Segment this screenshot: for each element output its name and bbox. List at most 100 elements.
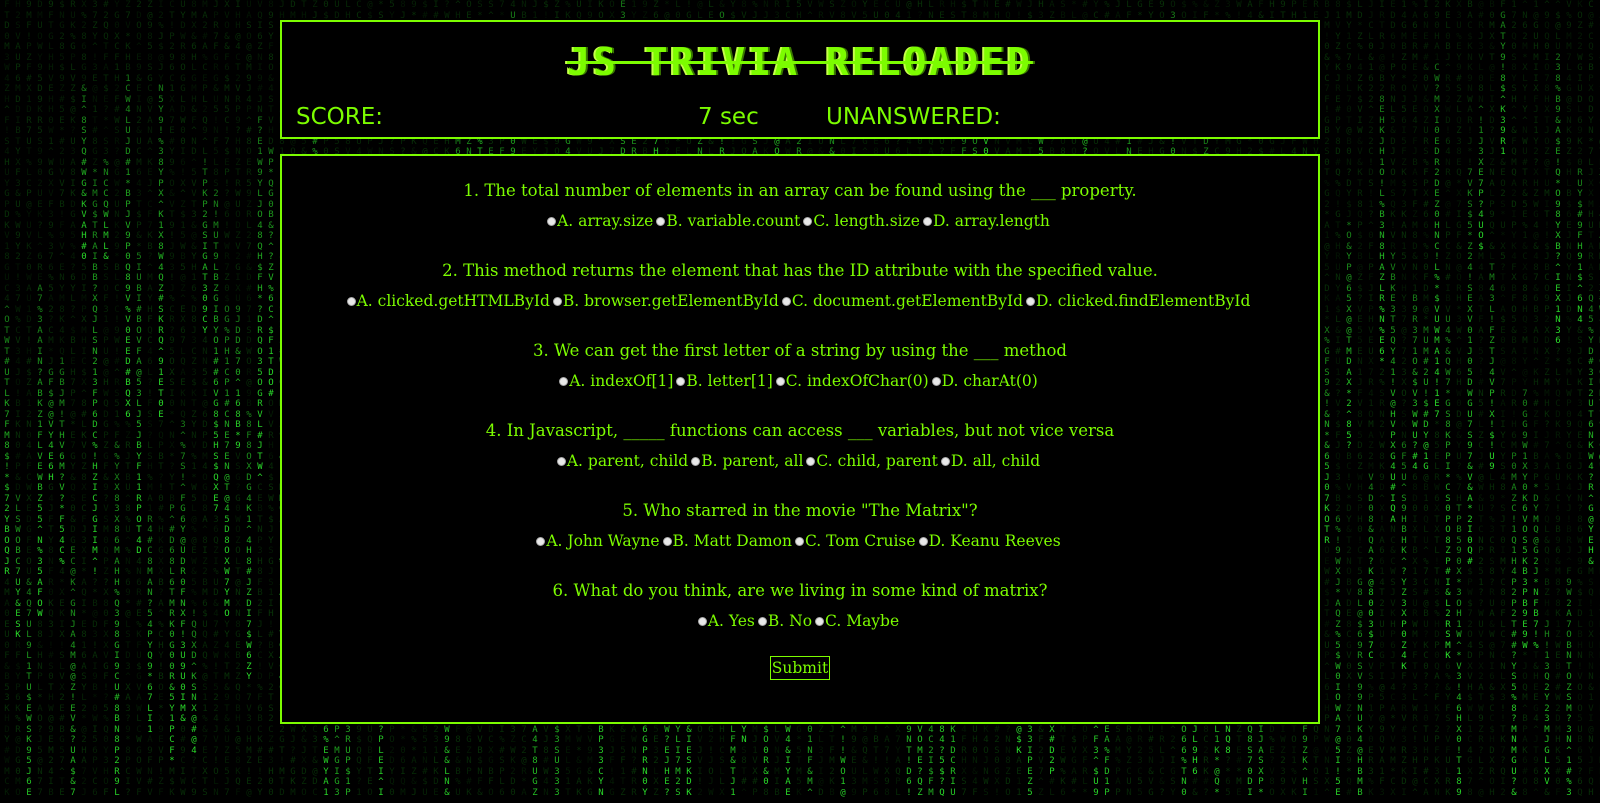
rain-column: C T! P 2 9 6 C 1 X A 7 E # Y 9% O & V T 9! J 9 3! J% C R? 9 5 O X S I 0 *… [167,0,177,798]
answer-option[interactable]: C. child, parent [806,446,938,476]
answer-label: D. charAt(0) [942,372,1038,390]
answer-option[interactable]: B. browser.getElementById [552,286,779,316]
answer-option[interactable]: A. clicked.getHTMLById [346,286,550,316]
rain-column: $ M Y 1 C 7 9 R L 7 0 T @ B 0 N? D Y $ J * O & Y P @6 5 X @ @ T M D A X * 2 ^… [1344,0,1354,798]
answer-label: B. Matt Damon [673,532,792,550]
rain-column: Y G 0 X C F 1 H 2 F # W S R? @ G W 2 U N K 2 9 * B L C! C! 9 W! # ^ R S 5 1… [112,0,122,798]
rain-column: H 2 S V A U P 6 M D D I B T Y X F 3 & U% W 9 Y 2 T! 3 7 W% C V 3 4 J O! B I… [13,0,23,798]
answer-option[interactable]: C. length.size [803,206,920,236]
question-text: 5. Who starred in the movie "The Matrix"… [282,496,1318,526]
answer-options: A. clicked.getHTMLById B. browser.getElem… [282,286,1318,316]
answer-label: A. parent, child [567,452,688,470]
answer-option[interactable]: C. Maybe [815,606,899,636]
rain-column: $ N G 2 8 5 $9 Z #5 E * #2 U V V 7 B! F 9 V ^ E N Y M 8 K 4 K Q 1 G B J M!… [57,0,67,798]
rain-column: E D D 6 0! P Y R N L 5 & D J V O M S Q K! V R Y V B K E 3 T 5 Q Y 4 1! V @ H… [1388,0,1398,798]
radio-button[interactable] [803,217,813,226]
question-block: 2. This method returns the element that … [282,256,1318,316]
score-label: SCORE: [296,104,383,130]
rain-column: U A S O @ @ M 9 J 4 P ^ #8 O E R 5 9 Z R L 2 7 # & D #6 7 1 S D W O R @9 B%… [244,0,254,798]
answer-option[interactable]: B. parent, all [691,446,803,476]
rain-column: I 2% J $ @ J Y N 5 Y 9!% 3 8 Y P X ^ K 1 X 8 W 4 Q Z # S K R Q ^ 9 1 E T 0 E… [156,0,166,798]
answer-option[interactable]: A. array.size [547,206,653,236]
submit-button[interactable]: Submit [769,656,831,680]
answer-label: A. array.size [557,212,653,230]
radio-button[interactable] [656,217,666,226]
answer-option[interactable]: C. Tom Cruise [794,526,916,556]
answer-option[interactable]: A. parent, child [556,446,688,476]
rain-column: I 6 N E # # & 0 V & O Z U R S% F P X #6 6%% 9 0 F D M @ * M U M #2 U! $ #… [1421,0,1431,798]
radio-button[interactable] [1026,297,1035,306]
rain-column: B 0 M X & T @ E L I X D? V J Z N A L P 9 Q ^ & L T M 4 3 L! F Z T J 4 V P! X… [1487,0,1497,798]
answer-label: B. No [768,612,812,630]
rain-column: % A 6 E R M E 2 V J E 4 7 F J B A S T F Z M 8 D & N K 1 B 9 R 3 7 1 O & $ V 3 W… [1410,0,1420,798]
answer-option[interactable]: D. array.length [922,206,1050,236]
answer-options: A. parent, child B. parent, all C. child, … [282,446,1318,476]
radio-button[interactable] [536,537,546,546]
radio-button[interactable] [806,457,816,466]
answer-options: A. indexOf[1] B. letter[1] C. indexOfChar(… [282,366,1318,396]
answer-option[interactable]: D. Keanu Reeves [918,526,1061,556]
rain-column: 2 D O Q ^ E 9 & E I N 2 & U C M 6 4 3 T $ P & * 5 I U B I # B O V F A @5 3 L J… [134,0,144,798]
radio-button[interactable] [815,617,825,626]
answer-option[interactable]: A. Yes [697,606,755,636]
question-text: 6. What do you think, are we living in s… [282,576,1318,606]
answer-option[interactable]: C. document.getElementById [781,286,1023,316]
radio-button[interactable] [775,377,785,386]
radio-button[interactable] [940,457,950,466]
rain-column: K O Z 2 2 W G I U D L 6 9 K 2 0 R U Y $ #9 F H 9 1 $ ^ 6 N 4 & S J C Y K T 3 4… [1575,0,1585,798]
answer-option[interactable]: D. charAt(0) [931,366,1038,396]
question-block: 5. Who starred in the movie "The Matrix"… [282,496,1318,556]
rain-column: I R T R J @ @ B 2 8 E H K J H 1 O! L% B 3 N 8 H A Z L R% N% E 6 * 2% S R N… [1377,0,1387,798]
radio-button[interactable] [552,297,562,306]
radio-button[interactable] [697,617,707,626]
quiz-panel: 1. The total number of elements in an ar… [280,154,1320,724]
answer-option[interactable]: A. John Wayne [536,526,660,556]
rain-column: 1 7 2 Q 0 S 8 Y S H ^ ^ & F Q M Q A 2 D I P Y K 4 F X B F O 5 & B A 8 ^ P D R!… [1509,0,1519,798]
answer-option[interactable]: B. No [757,606,812,636]
answer-option[interactable]: B. letter[1] [676,366,773,396]
question-text: 3. We can get the first letter of a stri… [282,336,1318,366]
rain-column: B J M! 0 & Y C 7 F! G B 2 S 0 T% G 2 * A 1 @ Y 5 ^ D K 1 * X% G F S 9 &! &… [1322,0,1332,798]
answer-option[interactable]: D. all, child [940,446,1040,476]
answer-label: C. indexOfChar(0) [786,372,929,390]
radio-button[interactable] [781,297,791,306]
header-panel: JS TRIVIA RELOADED SCORE: 7 sec UNANSWER… [280,20,1320,139]
rain-column: F G A T Y 9! 8 $ ^ K 3 9 R 1 & E O 2 S * U * X 5? T 6 ^ A $ E 0 S @ V 7 R A I… [1498,0,1508,798]
rain-column: C @ # C Q S B P X O D Y N * 7 L J X X M H U T A R A S 2 Q 4 5% Y D #3 I 2 U T… [1586,0,1596,798]
rain-column: I H H @4 C T 2 V R P 9? H N Z T R W U O D Z V 2 G I X U 9 J D D & 7 0 ^ 1 6 8… [233,0,243,798]
radio-button[interactable] [757,617,767,626]
radio-button[interactable] [794,537,804,546]
answer-option[interactable]: B. variable.count [656,206,800,236]
answer-label: A. Yes [708,612,755,630]
question-text: 2. This method returns the element that … [282,256,1318,286]
rain-column: 8 9 S Y F 8 O & 4 S T V H D W P * Q G 0 B &? ^? Z V% 6 C ^ $ F 1 T D O # O V… [266,0,276,798]
answer-label: B. parent, all [701,452,803,470]
question-spacer [282,476,1318,496]
question-block: 6. What do you think, are we living in s… [282,576,1318,636]
rain-column: Z @9 8 5 8 S G C @ V A N A ^ K E J ^ C F 7 K B? ^ M A Y H F Q C 4 6 L?! F S… [145,0,155,798]
rain-column: V% 9 M M 7 L 4 G @ S N K 9 Z $ H L B $6 E J N Q Y N I J D% Y! 9 $ M L W P 0… [1564,0,1574,798]
radio-button[interactable] [918,537,928,546]
answer-option[interactable]: C. indexOfChar(0) [775,366,929,396]
rain-column: ^ $ @ L U 2 3 8% B 9 & A $ E! Q * O 9 8 Y X B? ^ I E X 1 N 3 6? * L Y Q C D… [1553,0,1563,798]
radio-button[interactable] [662,537,672,546]
question-list: 1. The total number of elements in an ar… [282,156,1318,636]
answer-option[interactable]: B. Matt Damon [662,526,792,556]
radio-button[interactable] [691,457,701,466]
radio-button[interactable] [922,217,932,226]
rain-column: 1 @ G U H M I I X F J I 1 Y 2? X H Z W G 4 @ & 4 8 7 & 6 B 3 A D N ^ K H% # Z… [1531,0,1541,798]
answer-label: D. Keanu Reeves [929,532,1061,550]
radio-button[interactable] [547,217,557,226]
radio-button[interactable] [556,457,566,466]
radio-button[interactable] [559,377,569,386]
answer-label: D. all, child [951,452,1040,470]
question-block: 3. We can get the first letter of a stri… [282,336,1318,396]
radio-button[interactable] [676,377,686,386]
answer-option[interactable]: A. indexOf[1] [559,366,673,396]
radio-button[interactable] [931,377,941,386]
rain-column: B A C $ K N K 9 N W A R! J *! 7 V K S $5 * Z 2 4! S E X V 0 1 J 0 5 D W G U… [1465,0,1475,798]
answer-option[interactable]: D. clicked.findElementById [1026,286,1250,316]
radio-button[interactable] [346,297,356,306]
question-text: 4. In Javascript, _____ functions can ac… [282,416,1318,446]
rain-column: 9 F T G L H H V E H H 0 W 1 ^ W G X V F 3 9% 3 7 6% 5 A 2? C M * J G F $ @ @… [46,0,56,798]
